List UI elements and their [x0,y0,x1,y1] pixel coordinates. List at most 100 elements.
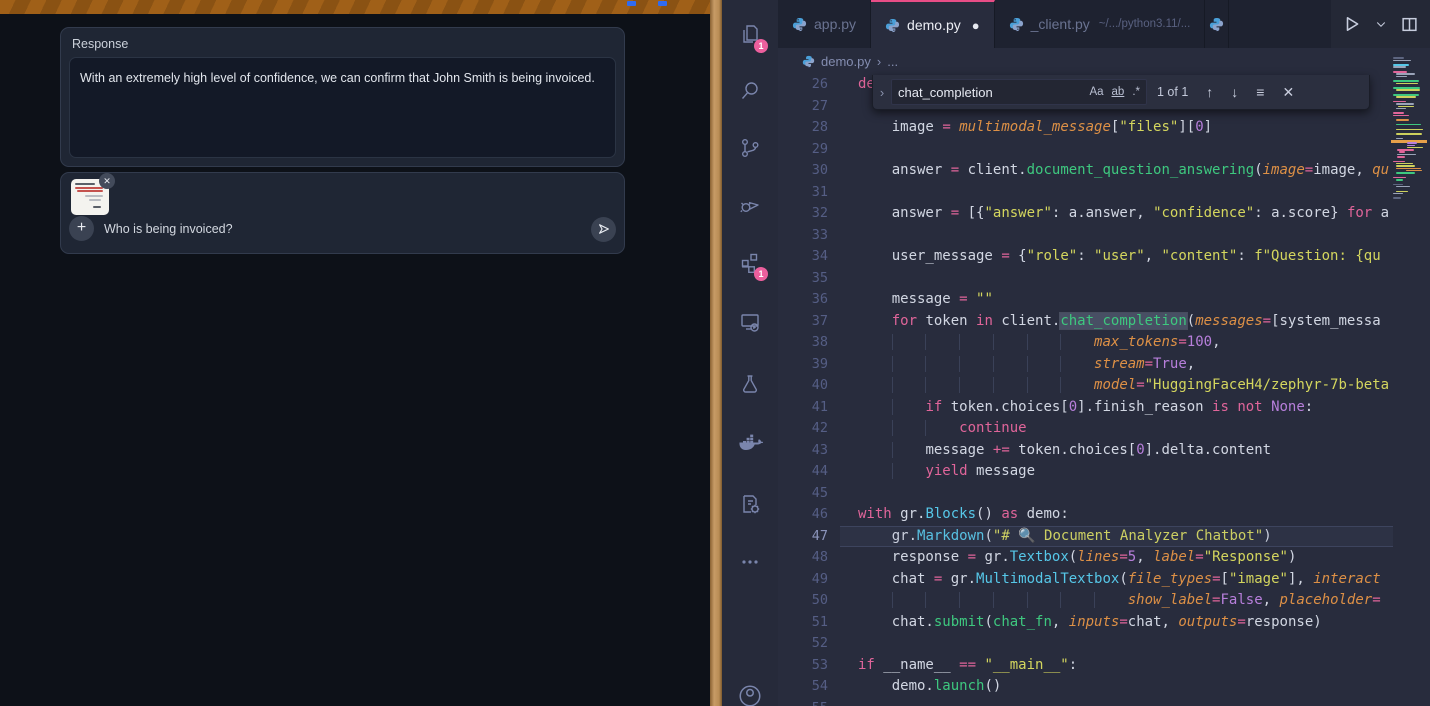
remote-explorer-icon[interactable] [722,298,778,346]
breadcrumb-more: ... [887,54,898,69]
docker-icon[interactable] [722,420,778,468]
code-line: 42 continue [778,418,1393,440]
chat-message-input[interactable]: Who is being invoiced? [104,222,233,236]
extensions-icon[interactable]: 1 [722,238,778,286]
minimap-line [1393,197,1425,199]
whole-word-icon[interactable]: ab [1112,86,1125,98]
testing-icon[interactable] [722,360,778,408]
line-number: 26 [778,74,828,96]
next-match-icon[interactable]: ↓ [1231,84,1238,100]
regex-icon[interactable]: .* [1132,86,1140,98]
code-line: 51 chat.submit(chat_fn, inputs=chat, out… [778,612,1393,634]
tab-bar: app.py demo.py ● _client.py ~/.../python… [778,0,1430,48]
breadcrumb-file: demo.py [821,54,871,69]
search-icon[interactable] [722,67,778,115]
line-number: 50 [778,590,828,612]
python-icon [1009,17,1024,32]
send-icon [597,222,611,236]
tab-label: demo.py [907,17,961,33]
code-line: 45 [778,483,1393,505]
line-number: 53 [778,655,828,677]
code-line: 43 message += token.choices[0].delta.con… [778,440,1393,462]
line-number: 38 [778,332,828,354]
previous-match-icon[interactable]: ↑ [1206,84,1213,100]
line-number: 46 [778,504,828,526]
code-line: 33 [778,225,1393,247]
code-line: 35 [778,268,1393,290]
editor-actions [1331,0,1430,48]
explorer-icon[interactable]: 1 [722,10,778,58]
response-textarea[interactable]: With an extremely high level of confiden… [69,57,616,158]
account-icon[interactable] [722,672,778,706]
code-line: 28 image = multimodal_message["files"][0… [778,117,1393,139]
tab-partial[interactable] [1205,0,1229,48]
line-number: 52 [778,633,828,655]
source-control-icon[interactable] [722,124,778,172]
line-number: 37 [778,311,828,333]
toggle-replace-chevron-icon[interactable]: › [873,85,891,100]
code-line: 37 for token in client.chat_completion(m… [778,311,1393,333]
window-divider [710,0,722,706]
breadcrumb[interactable]: demo.py › ... [778,48,1393,74]
find-query-text[interactable]: chat_completion [898,85,1081,100]
code-line: 39 stream=True, [778,354,1393,376]
send-button[interactable] [591,217,616,242]
find-widget: › chat_completion Aa ab .* 1 of 1 ↑ ↓ ≡ … [872,75,1370,110]
code-line: 40 model="HuggingFaceH4/zephyr-7b-beta [778,375,1393,397]
code-line: 46with gr.Blocks() as demo: [778,504,1393,526]
close-find-icon[interactable]: ✕ [1282,84,1294,101]
add-file-button[interactable]: + [69,216,94,241]
code-line: 30 answer = client.document_question_ans… [778,160,1393,182]
explorer-badge: 1 [754,39,768,53]
line-number: 27 [778,96,828,118]
line-number: 31 [778,182,828,204]
python-icon [1209,17,1224,32]
python-icon [802,55,815,68]
line-number: 33 [778,225,828,247]
response-panel: Response With an extremely high level of… [60,27,625,167]
line-number: 36 [778,289,828,311]
code-line: 36 message = "" [778,289,1393,311]
code-line: 32 answer = [{"answer": a.answer, "confi… [778,203,1393,225]
find-input[interactable]: chat_completion Aa ab .* [891,79,1147,105]
code-line: 44 yield message [778,461,1393,483]
minimap[interactable] [1393,57,1425,706]
find-in-selection-icon[interactable]: ≡ [1256,84,1264,100]
tab-app-py[interactable]: app.py [778,0,871,48]
split-editor-icon[interactable] [1401,16,1418,33]
line-number: 47 [778,526,828,548]
response-label: Response [72,37,128,51]
code-editor[interactable]: 26def 2728 image = multimodal_message["f… [778,74,1393,706]
run-debug-icon[interactable] [722,181,778,229]
line-number: 43 [778,440,828,462]
code-line: 38 max_tokens=100, [778,332,1393,354]
line-number: 55 [778,698,828,706]
line-number: 49 [778,569,828,591]
code-line: 29 [778,139,1393,161]
run-button-icon[interactable] [1343,15,1361,33]
line-number: 35 [778,268,828,290]
line-number: 42 [778,418,828,440]
line-number: 40 [778,375,828,397]
code-line: 48 response = gr.Textbox(lines=5, label=… [778,547,1393,569]
tab-client-py[interactable]: _client.py ~/.../python3.11/... [995,0,1206,48]
line-number: 45 [778,483,828,505]
line-number: 32 [778,203,828,225]
line-number: 44 [778,461,828,483]
tab-demo-py[interactable]: demo.py ● [871,0,995,48]
line-number: 39 [778,354,828,376]
python-icon [792,17,807,32]
code-line: 55 [778,698,1393,706]
chat-input-panel: ✕ + Who is being invoiced? [60,172,625,254]
code-line: 53if __name__ == "__main__": [778,655,1393,677]
modified-dot: ● [972,18,980,33]
more-icon[interactable] [722,538,778,586]
titlebar-glyph [658,1,667,6]
match-case-icon[interactable]: Aa [1089,86,1103,98]
run-dropdown-chevron-icon[interactable] [1375,18,1387,30]
remove-attachment-button[interactable]: ✕ [99,173,115,189]
extensions-badge: 1 [754,267,768,281]
file-settings-icon[interactable] [722,480,778,528]
browser-titlebar [0,0,710,14]
activity-bar: 1 1 [722,0,778,706]
